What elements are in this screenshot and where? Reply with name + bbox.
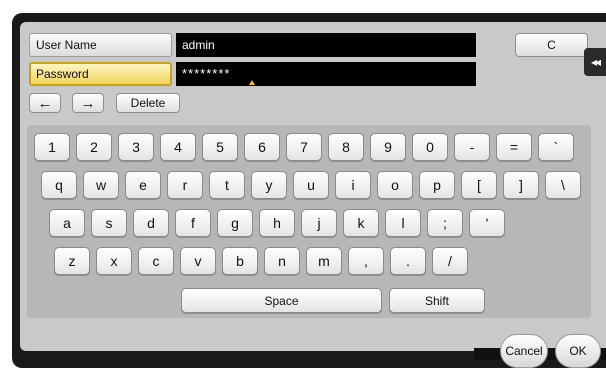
key[interactable]: l	[385, 209, 421, 237]
key[interactable]: 9	[370, 133, 406, 161]
key[interactable]: r	[167, 171, 203, 199]
key[interactable]: 3	[118, 133, 154, 161]
ok-button[interactable]: OK	[555, 334, 601, 368]
key[interactable]: b	[222, 247, 258, 275]
key[interactable]: n	[264, 247, 300, 275]
key[interactable]: ;	[427, 209, 463, 237]
key[interactable]: p	[419, 171, 455, 199]
key[interactable]: x	[96, 247, 132, 275]
delete-button[interactable]: Delete	[116, 93, 180, 113]
side-panel-toggle-icon[interactable]: ◂◂	[584, 48, 606, 76]
key[interactable]: j	[301, 209, 337, 237]
key[interactable]: m	[306, 247, 342, 275]
key[interactable]: 1	[34, 133, 70, 161]
key[interactable]: o	[377, 171, 413, 199]
key[interactable]: s	[91, 209, 127, 237]
cursor-left-button[interactable]: ←	[29, 93, 61, 113]
password-button[interactable]: Password	[29, 62, 172, 86]
key[interactable]: 4	[160, 133, 196, 161]
cursor-right-button[interactable]: →	[72, 93, 104, 113]
key[interactable]: 5	[202, 133, 238, 161]
key[interactable]: q	[41, 171, 77, 199]
key[interactable]: v	[180, 247, 216, 275]
key[interactable]: f	[175, 209, 211, 237]
key[interactable]: y	[251, 171, 287, 199]
key[interactable]: [	[461, 171, 497, 199]
key[interactable]: '	[469, 209, 505, 237]
key[interactable]: \	[545, 171, 581, 199]
key[interactable]: i	[335, 171, 371, 199]
arrow-right-icon: →	[80, 94, 96, 112]
key-space[interactable]: Space	[181, 288, 382, 313]
key[interactable]: z	[54, 247, 90, 275]
key[interactable]: u	[293, 171, 329, 199]
user-name-button[interactable]: User Name	[29, 33, 172, 57]
key[interactable]: /	[432, 247, 468, 275]
cancel-button[interactable]: Cancel	[500, 334, 548, 368]
key[interactable]: d	[133, 209, 169, 237]
key[interactable]: w	[83, 171, 119, 199]
key[interactable]: .	[390, 247, 426, 275]
key[interactable]: 6	[244, 133, 280, 161]
key[interactable]: e	[125, 171, 161, 199]
virtual-keyboard: Space Shift 1 2 3 4 5 6 7 8 9 0- = ` q w e r t y u i o p[] \ a s…	[27, 125, 591, 318]
key[interactable]: 8	[328, 133, 364, 161]
key[interactable]: ]	[503, 171, 539, 199]
key[interactable]: 2	[76, 133, 112, 161]
key[interactable]: -	[454, 133, 490, 161]
key[interactable]: t	[209, 171, 245, 199]
text-cursor	[249, 80, 255, 85]
key[interactable]: ,	[348, 247, 384, 275]
key[interactable]: g	[217, 209, 253, 237]
key[interactable]: h	[259, 209, 295, 237]
key[interactable]: c	[138, 247, 174, 275]
arrow-left-icon: ←	[37, 94, 53, 112]
key[interactable]: `	[538, 133, 574, 161]
password-field[interactable]: ********	[176, 62, 476, 86]
user-name-field[interactable]: admin	[176, 33, 476, 57]
key[interactable]: =	[496, 133, 532, 161]
key[interactable]: k	[343, 209, 379, 237]
key-shift[interactable]: Shift	[389, 288, 485, 313]
key[interactable]: a	[49, 209, 85, 237]
key[interactable]: 7	[286, 133, 322, 161]
key[interactable]: 0	[412, 133, 448, 161]
clear-button[interactable]: C	[515, 33, 588, 57]
